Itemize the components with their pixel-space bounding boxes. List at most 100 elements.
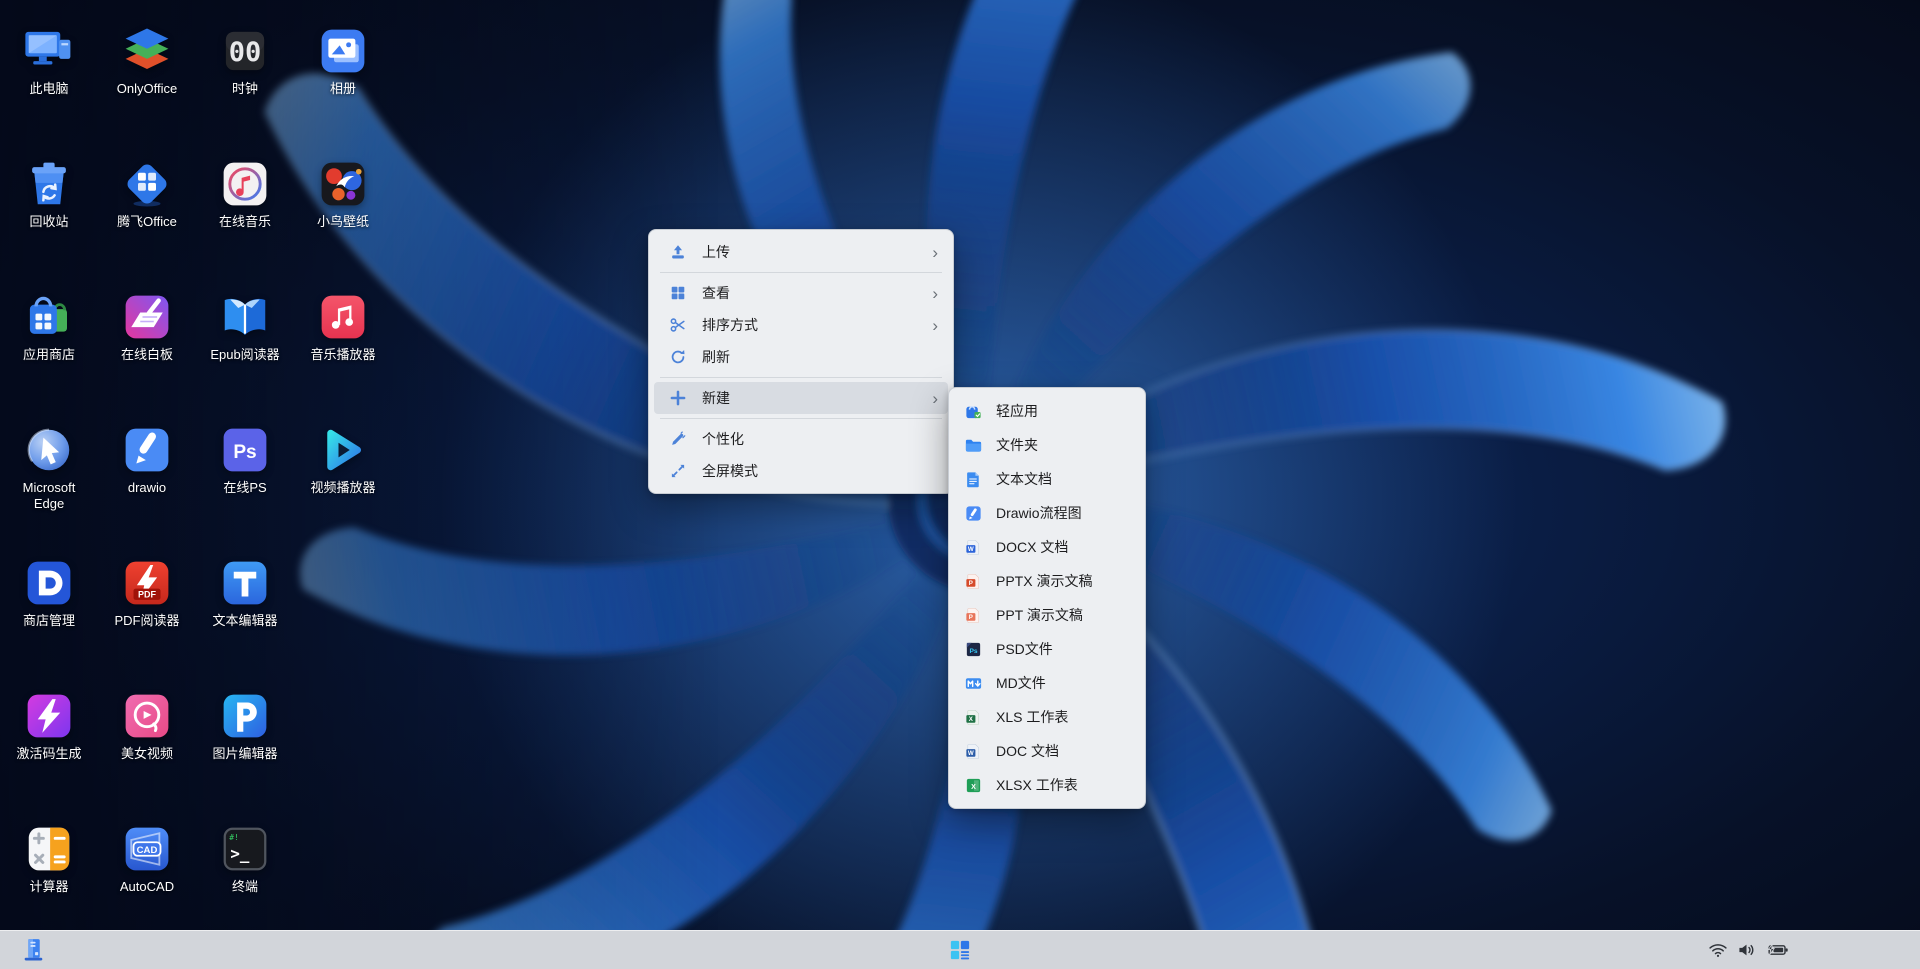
desktop-icon-label: 图片编辑器 — [212, 746, 277, 762]
desktop-icon-text-editor[interactable]: 文本编辑器 — [196, 556, 294, 629]
desktop-icon-activation-code[interactable]: 激活码生成 — [0, 689, 98, 762]
desktop-icon-clock[interactable]: 00 时钟 — [196, 24, 294, 97]
image-editor-icon — [218, 689, 272, 743]
system-tray — [1708, 931, 1790, 969]
menu-item-label: 新建 — [702, 388, 924, 408]
desktop-icon-music-player[interactable]: 音乐播放器 — [294, 290, 392, 363]
desktop-icon-whiteboard[interactable]: 在线白板 — [98, 290, 196, 363]
new-item-light-app[interactable]: 轻应用 — [954, 394, 1140, 428]
xls-icon: X — [964, 708, 983, 727]
menu-item-personalize[interactable]: 个性化 — [654, 423, 948, 455]
new-item-md[interactable]: MD文件 — [954, 666, 1140, 700]
desktop-icon-label: 应用商店 — [23, 347, 75, 363]
desktop-icon-drawio[interactable]: drawio — [98, 423, 196, 496]
psd-icon: Ps — [964, 640, 983, 659]
volume-icon[interactable] — [1736, 940, 1757, 960]
album-icon — [316, 24, 370, 78]
chevron-right-icon: › — [932, 390, 938, 407]
desktop-icon-label: 此电脑 — [29, 81, 68, 97]
this-pc-icon — [22, 24, 76, 78]
new-item-xls[interactable]: X XLS 工作表 — [954, 700, 1140, 734]
taskbar[interactable] — [0, 930, 1920, 969]
edge-icon — [22, 423, 76, 477]
upload-icon — [669, 243, 687, 261]
fullscreen-icon — [669, 462, 687, 480]
desktop-icon-online-ps[interactable]: Ps 在线PS — [196, 423, 294, 496]
menu-item-upload[interactable]: 上传 › — [654, 236, 948, 268]
chevron-right-icon: › — [932, 244, 938, 261]
new-item-doc[interactable]: W DOC 文档 — [954, 734, 1140, 768]
menu-separator — [660, 272, 942, 273]
submenu-item-label: MD文件 — [996, 673, 1046, 693]
refresh-icon — [669, 348, 687, 366]
desktop-icon-edge[interactable]: Microsoft Edge — [0, 423, 98, 512]
new-item-docx[interactable]: W DOCX 文档 — [954, 530, 1140, 564]
menu-item-fullscreen[interactable]: 全屏模式 — [654, 455, 948, 487]
wifi-icon[interactable] — [1708, 940, 1728, 960]
submenu-item-label: 文件夹 — [996, 435, 1038, 455]
new-item-text-doc[interactable]: 文本文档 — [954, 462, 1140, 496]
taskbar-launcher-button[interactable] — [944, 936, 977, 965]
terminal-icon: #!>_ — [218, 822, 272, 876]
desktop-icon-online-music[interactable]: 在线音乐 — [196, 157, 294, 230]
svg-text:W: W — [968, 546, 974, 553]
desktop-icon-label: 商店管理 — [23, 613, 75, 629]
desktop-icon-label: 小鸟壁纸 — [317, 214, 369, 230]
tengfei-office-icon — [120, 157, 174, 211]
desktop-icon-onlyoffice[interactable]: OnlyOffice — [98, 24, 196, 97]
desktop-icon-video-player[interactable]: 视频播放器 — [294, 423, 392, 496]
online-music-icon — [218, 157, 272, 211]
desktop-icon-epub-reader[interactable]: Epub阅读器 — [196, 290, 294, 363]
desktop-icon-store-manage[interactable]: 商店管理 — [0, 556, 98, 629]
desktop-icon-app-store[interactable]: 应用商店 — [0, 290, 98, 363]
desktop-icon-album[interactable]: 相册 — [294, 24, 392, 97]
recycle-bin-icon — [22, 157, 76, 211]
submenu-item-label: XLSX 工作表 — [996, 775, 1078, 795]
desktop-icon-pdf-reader[interactable]: PDF PDF阅读器 — [98, 556, 196, 629]
submenu-item-label: DOC 文档 — [996, 741, 1059, 761]
submenu-item-label: XLS 工作表 — [996, 707, 1068, 727]
svg-text:CAD: CAD — [137, 845, 158, 856]
desktop-icon-calculator[interactable]: 计算器 — [0, 822, 98, 895]
drawio-icon — [120, 423, 174, 477]
new-submenu: 轻应用 文件夹 文本文档 Drawio流程图 W DOCX 文档 P PPTX … — [948, 387, 1146, 809]
new-item-pptx[interactable]: P PPTX 演示文稿 — [954, 564, 1140, 598]
calculator-icon — [22, 822, 76, 876]
new-item-xlsx[interactable]: X XLSX 工作表 — [954, 768, 1140, 802]
desktop-icon-tengfei-office[interactable]: 腾飞Office — [98, 157, 196, 230]
new-item-drawio-flow[interactable]: Drawio流程图 — [954, 496, 1140, 530]
taskbar-start-button[interactable] — [16, 935, 51, 966]
menu-item-sort[interactable]: 排序方式 › — [654, 309, 948, 341]
music-player-icon — [316, 290, 370, 344]
menu-item-label: 刷新 — [702, 347, 938, 367]
desktop-icon-label: 在线音乐 — [219, 214, 271, 230]
desktop-icon-label: 相册 — [330, 81, 356, 97]
desktop-icon-label: 音乐播放器 — [310, 347, 375, 363]
desktop-icon-terminal[interactable]: #!>_ 终端 — [196, 822, 294, 895]
new-item-ppt[interactable]: P PPT 演示文稿 — [954, 598, 1140, 632]
personalize-icon — [669, 430, 687, 448]
desktop-icon-beauty-video[interactable]: 美女视频 — [98, 689, 196, 762]
svg-text:P: P — [969, 614, 973, 621]
app-store-icon — [22, 290, 76, 344]
new-item-folder[interactable]: 文件夹 — [954, 428, 1140, 462]
md-icon — [964, 674, 983, 693]
menu-item-new[interactable]: 新建 › — [654, 382, 948, 414]
desktop-icon-this-pc[interactable]: 此电脑 — [0, 24, 98, 97]
desktop-icon-image-editor[interactable]: 图片编辑器 — [196, 689, 294, 762]
battery-charging-icon[interactable] — [1765, 940, 1790, 960]
menu-item-view[interactable]: 查看 › — [654, 277, 948, 309]
desktop-icon-label: 回收站 — [29, 214, 68, 230]
desktop-icon-recycle-bin[interactable]: 回收站 — [0, 157, 98, 230]
desktop-icon-label: 美女视频 — [121, 746, 173, 762]
menu-separator — [660, 418, 942, 419]
chevron-right-icon: › — [932, 285, 938, 302]
menu-item-refresh[interactable]: 刷新 — [654, 341, 948, 373]
chevron-right-icon: › — [932, 317, 938, 334]
online-ps-icon: Ps — [218, 423, 272, 477]
desktop-icon-autocad[interactable]: CAD AutoCAD — [98, 822, 196, 895]
folder-icon — [964, 436, 983, 455]
desktop-icon-bird-wallpaper[interactable]: 小鸟壁纸 — [294, 157, 392, 230]
new-item-psd[interactable]: Ps PSD文件 — [954, 632, 1140, 666]
desktop-icon-label: 腾飞Office — [117, 214, 177, 230]
